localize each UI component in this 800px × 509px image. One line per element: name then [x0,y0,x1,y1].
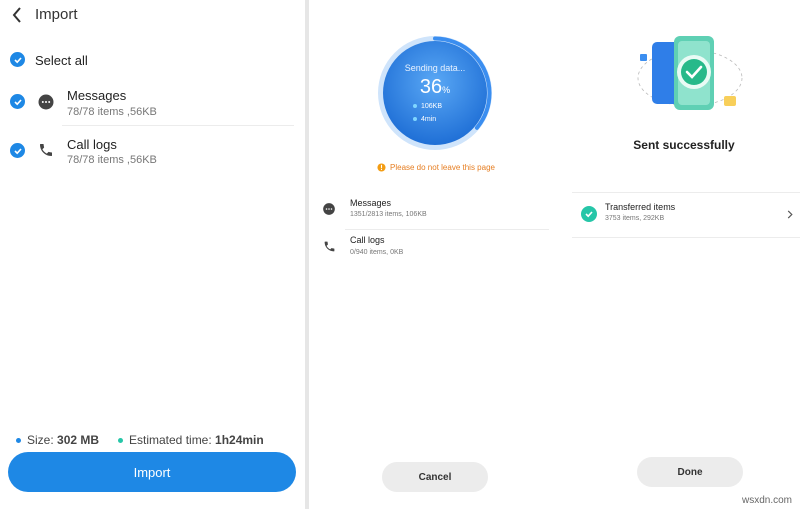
warning-notice: Please do not leave this page [377,163,495,172]
size-dot [16,438,21,444]
select-all-checkbox[interactable] [10,52,25,67]
messages-label: Messages [67,88,127,103]
remaining-time-value: 4min [421,116,437,123]
size-label: Size: [27,433,58,447]
progress-percent: 36% [376,76,494,99]
eta-label: Estimated time: [129,433,216,447]
call-logs-checkbox[interactable] [10,143,25,158]
call-logs-sub: 78/78 items ,56KB [67,154,157,166]
eta-info: Estimated time: 1h24min [118,433,264,447]
remaining-time: 4min [413,116,436,123]
sending-call-logs-sub: 0/940 items, 0KB [350,249,404,256]
call-logs-label: Call logs [67,137,117,152]
warning-icon [377,163,386,172]
transferred-items-row[interactable]: Transferred items 3753 items, 292KB [572,193,800,236]
eta-dot [118,438,123,444]
chevron-left-icon [12,7,21,23]
sending-status: Sending data... [404,63,466,73]
chevron-right-icon [786,209,794,219]
row-divider [345,229,549,230]
import-button[interactable]: Import [8,452,296,492]
time-dot [413,117,417,122]
sending-call-logs-label: Call logs [350,235,385,245]
size-info: Size: 302 MB [16,433,99,447]
warning-text: Please do not leave this page [390,163,495,172]
phone-icon [322,239,336,253]
row-divider [572,237,800,238]
sending-messages-sub: 1351/2813 items, 106KB [350,211,427,218]
cancel-button[interactable]: Cancel [382,462,488,492]
percent-value: 36 [419,76,443,98]
page-title: Import [35,6,78,23]
message-icon [322,202,336,216]
watermark: wsxdn.com [741,495,792,506]
sending-messages-label: Messages [350,198,392,208]
phones-success-illustration [637,36,743,110]
done-panel: Sent successfully Transferred items 3753… [568,0,800,509]
message-icon [37,93,55,111]
check-icon [13,147,22,154]
phone-icon [37,141,55,159]
messages-checkbox[interactable] [10,94,25,109]
sending-panel: Sending data... 36% 106KB 4min Please do… [309,0,568,509]
check-circle-icon [581,206,597,222]
messages-sub: 78/78 items ,56KB [67,106,157,118]
transferred-sub: 3753 items, 292KB [605,215,665,222]
select-all-label: Select all [35,53,88,68]
sent-size: 106KB [413,103,442,110]
size-dot [413,104,417,109]
transferred-label: Transferred items [605,202,676,212]
eta-value: 1h24min [215,433,264,447]
sent-size-value: 106KB [421,103,443,110]
check-icon [13,98,22,105]
row-divider [62,125,294,126]
done-button[interactable]: Done [637,457,743,487]
check-icon [13,56,22,63]
import-panel: Import Select all Messages 78/78 items ,… [0,0,305,509]
sent-status: Sent successfully [633,138,735,152]
size-value: 302 MB [57,433,100,447]
back-button[interactable] [9,6,25,24]
percent-unit: % [442,85,451,95]
